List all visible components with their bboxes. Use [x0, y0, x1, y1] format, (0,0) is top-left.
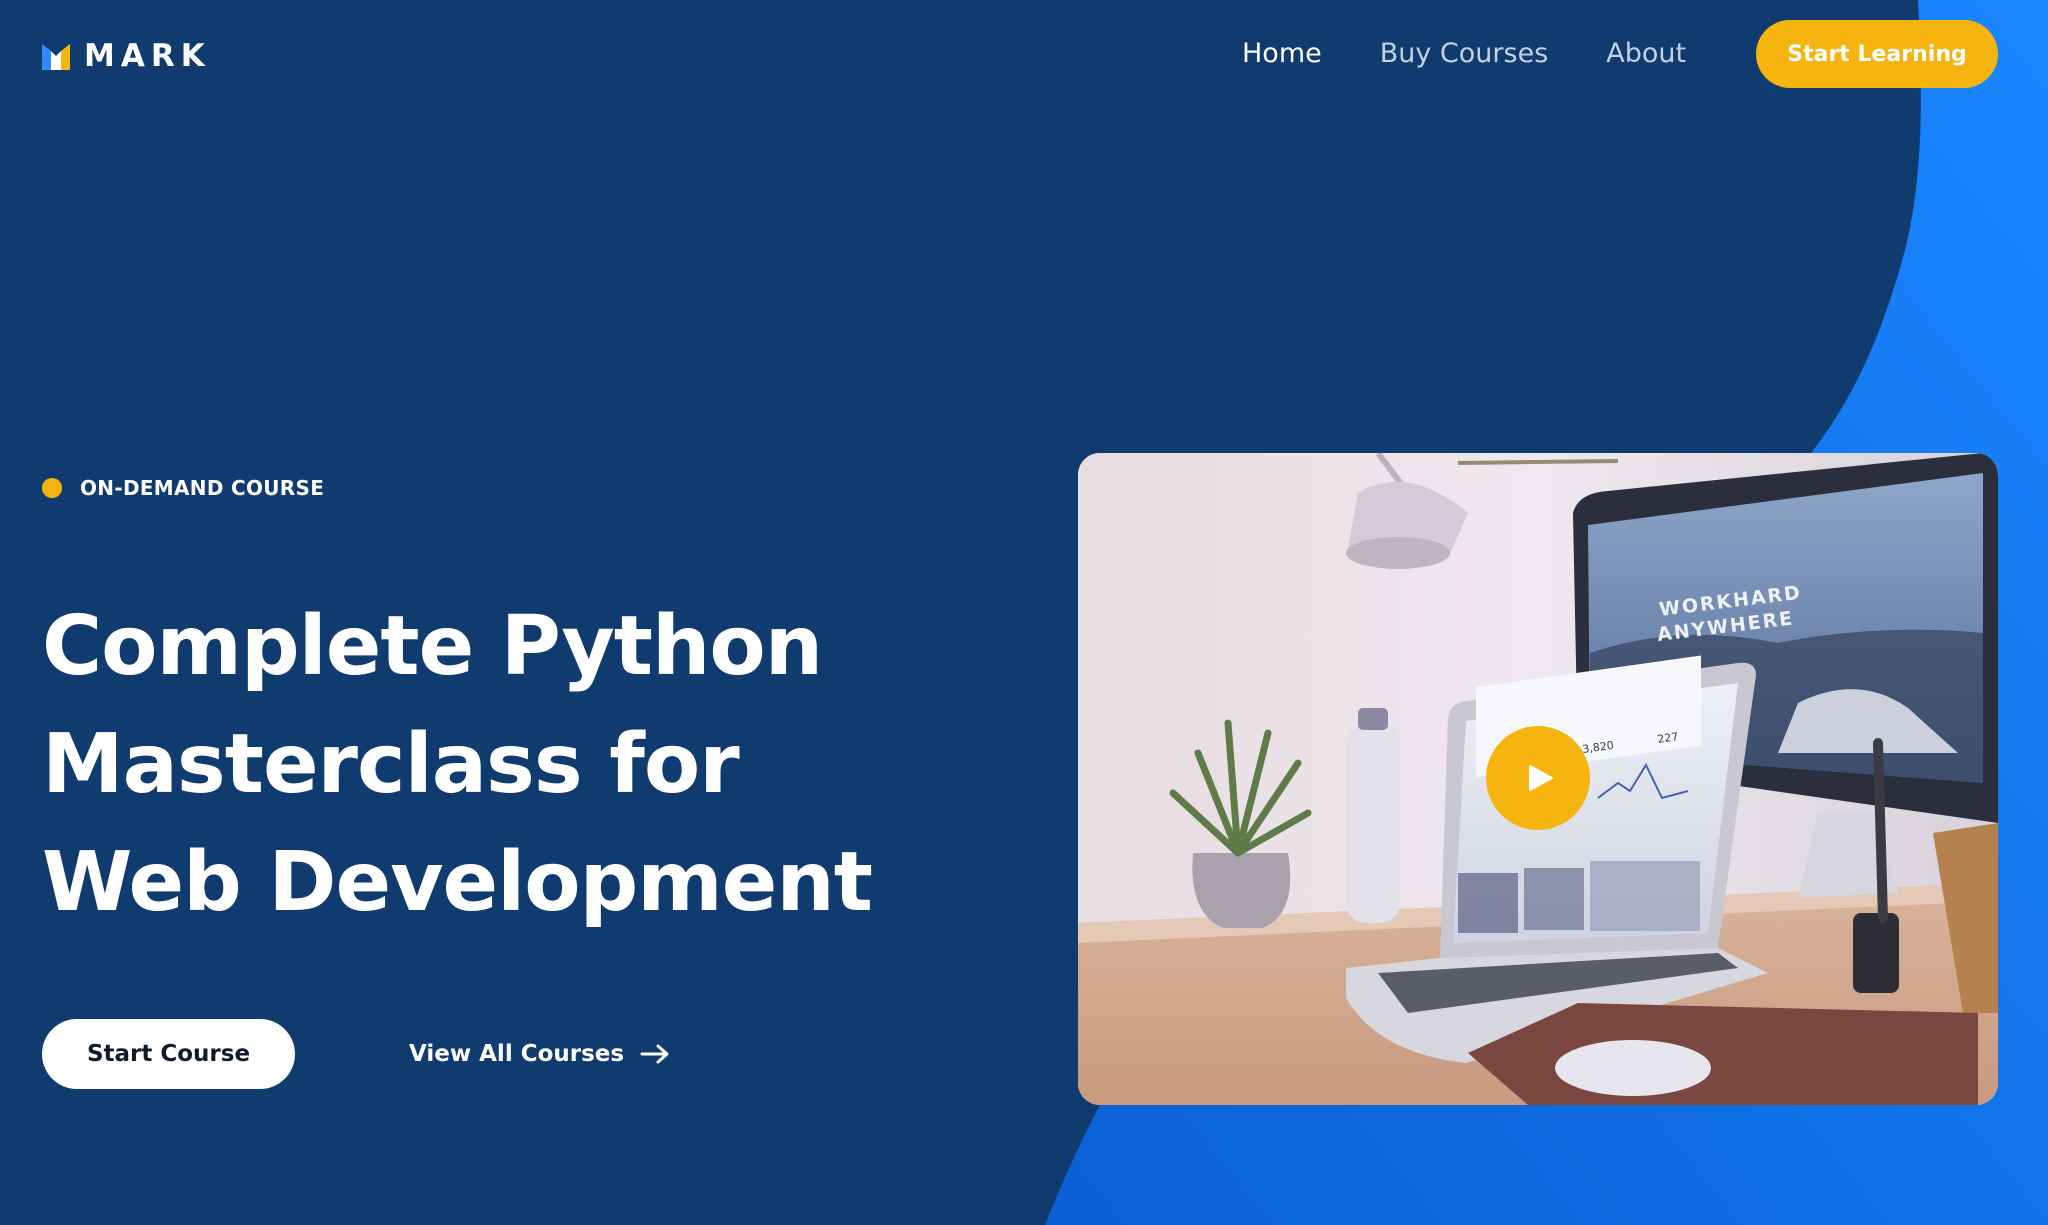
arrow-right-icon: [640, 1044, 669, 1064]
status-dot: [42, 478, 62, 498]
landing-page: MARK Home Buy Courses About Start Learni…: [0, 0, 2048, 1225]
brand-name: MARK: [84, 38, 211, 74]
play-button[interactable]: [1486, 726, 1590, 830]
view-all-courses-label: View All Courses: [409, 1041, 625, 1067]
mark-logo-icon: [42, 44, 70, 70]
view-all-courses-link[interactable]: View All Courses: [409, 1034, 670, 1074]
nav-item-home[interactable]: Home: [1242, 34, 1322, 74]
nav-item-about[interactable]: About: [1606, 34, 1686, 74]
nav-item-buy-courses[interactable]: Buy Courses: [1380, 34, 1549, 74]
main-nav: Home Buy Courses About: [1242, 34, 1686, 74]
hero-title: Complete Python Masterclass for Web Deve…: [42, 588, 1002, 942]
start-course-button[interactable]: Start Course: [42, 1019, 295, 1089]
hero-title-line-3: Web Development: [42, 835, 873, 930]
course-video-preview[interactable]: WORKHARD ANYWHERE 3,820 227: [1078, 453, 1998, 1105]
brand-logo[interactable]: MARK: [42, 38, 211, 74]
eyebrow-label: ON-DEMAND COURSE: [80, 476, 325, 500]
start-learning-button[interactable]: Start Learning: [1756, 20, 1998, 88]
play-icon: [1529, 765, 1553, 791]
hero-title-line-2: Masterclass for: [42, 717, 740, 812]
site-header: MARK Home Buy Courses About Start Learni…: [0, 0, 2048, 108]
hero-title-line-1: Complete Python: [42, 599, 823, 694]
course-eyebrow: ON-DEMAND COURSE: [42, 476, 324, 500]
